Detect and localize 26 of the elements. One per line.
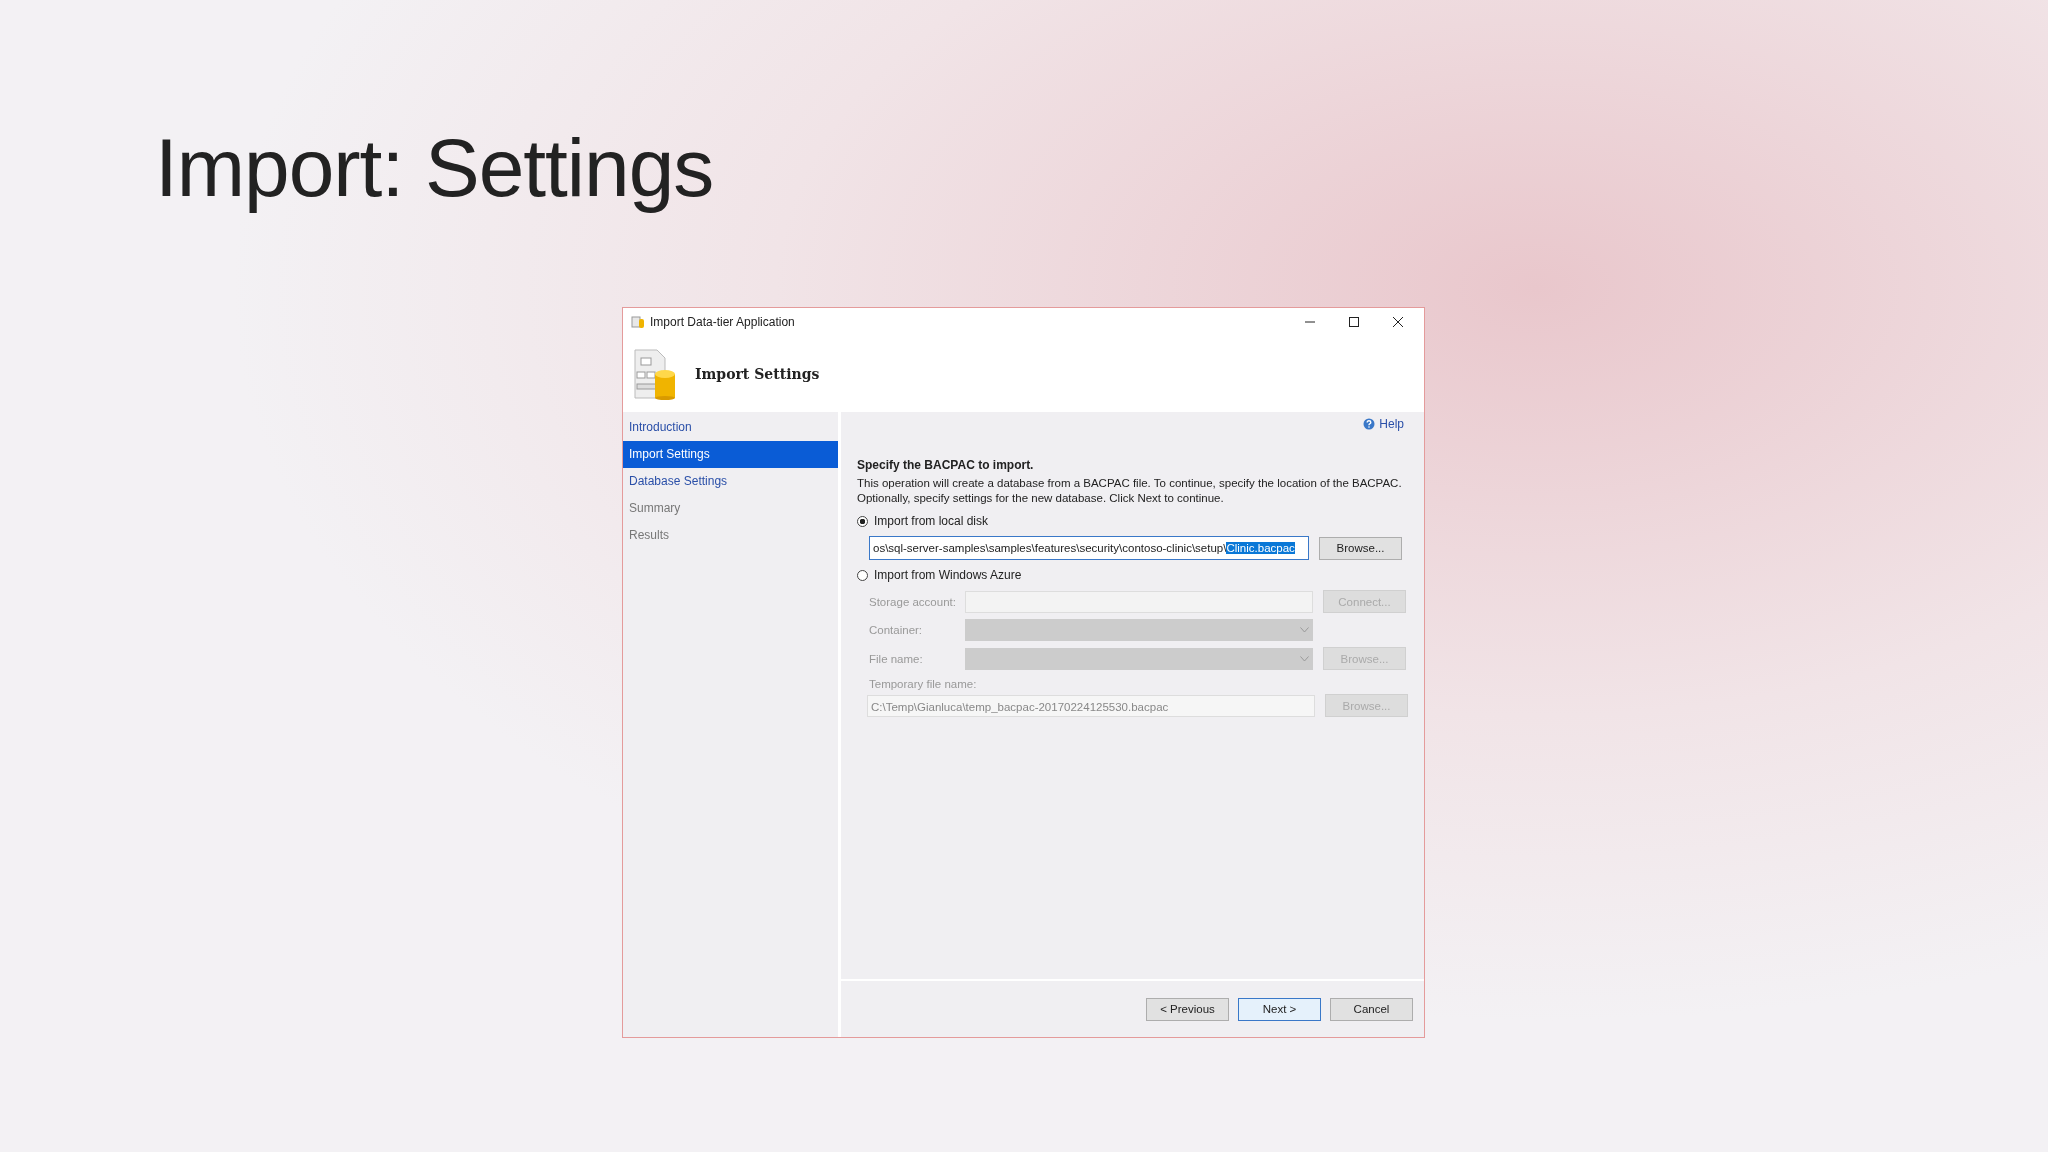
chevron-down-icon xyxy=(1300,627,1309,633)
wizard-button[interactable]: Cancel xyxy=(1330,997,1413,1021)
close-icon[interactable] xyxy=(1392,316,1404,328)
app-icon xyxy=(631,315,645,329)
radio-label[interactable]: Import from local disk xyxy=(874,514,989,528)
database-document-icon xyxy=(633,348,677,400)
window-title: Import Data-tier Application xyxy=(650,315,795,329)
nav-item[interactable]: Import Settings xyxy=(623,441,838,468)
nav-item[interactable]: Introduction xyxy=(623,414,838,441)
field-label: File name: xyxy=(869,652,924,665)
nav-item[interactable]: Database Settings xyxy=(623,468,838,495)
wizard-button[interactable]: Next > xyxy=(1238,997,1321,1021)
maximize-icon[interactable] xyxy=(1348,316,1360,328)
help-link[interactable]: Help xyxy=(1363,414,1404,434)
field-label: Temporary file name: xyxy=(869,678,978,690)
radio-button[interactable] xyxy=(857,515,868,527)
browse-button[interactable]: Browse... xyxy=(1319,536,1402,560)
slide-title: Import: Settings xyxy=(155,121,714,215)
field-label: Storage account: xyxy=(869,595,957,608)
wizard-button[interactable]: < Previous xyxy=(1146,997,1229,1021)
chevron-down-icon xyxy=(1300,655,1309,662)
help-icon xyxy=(1363,418,1376,430)
page-heading: Import Settings xyxy=(695,366,820,382)
description-text: This operation will create a database from a BACPAC file. To continue, specify the location of the BACPAC. Optionally, specify settings for the new database. Click Next to continue. xyxy=(857,476,1403,506)
section-heading: Specify the BACPAC to import. xyxy=(857,458,1035,472)
field-label: Container: xyxy=(869,624,924,636)
